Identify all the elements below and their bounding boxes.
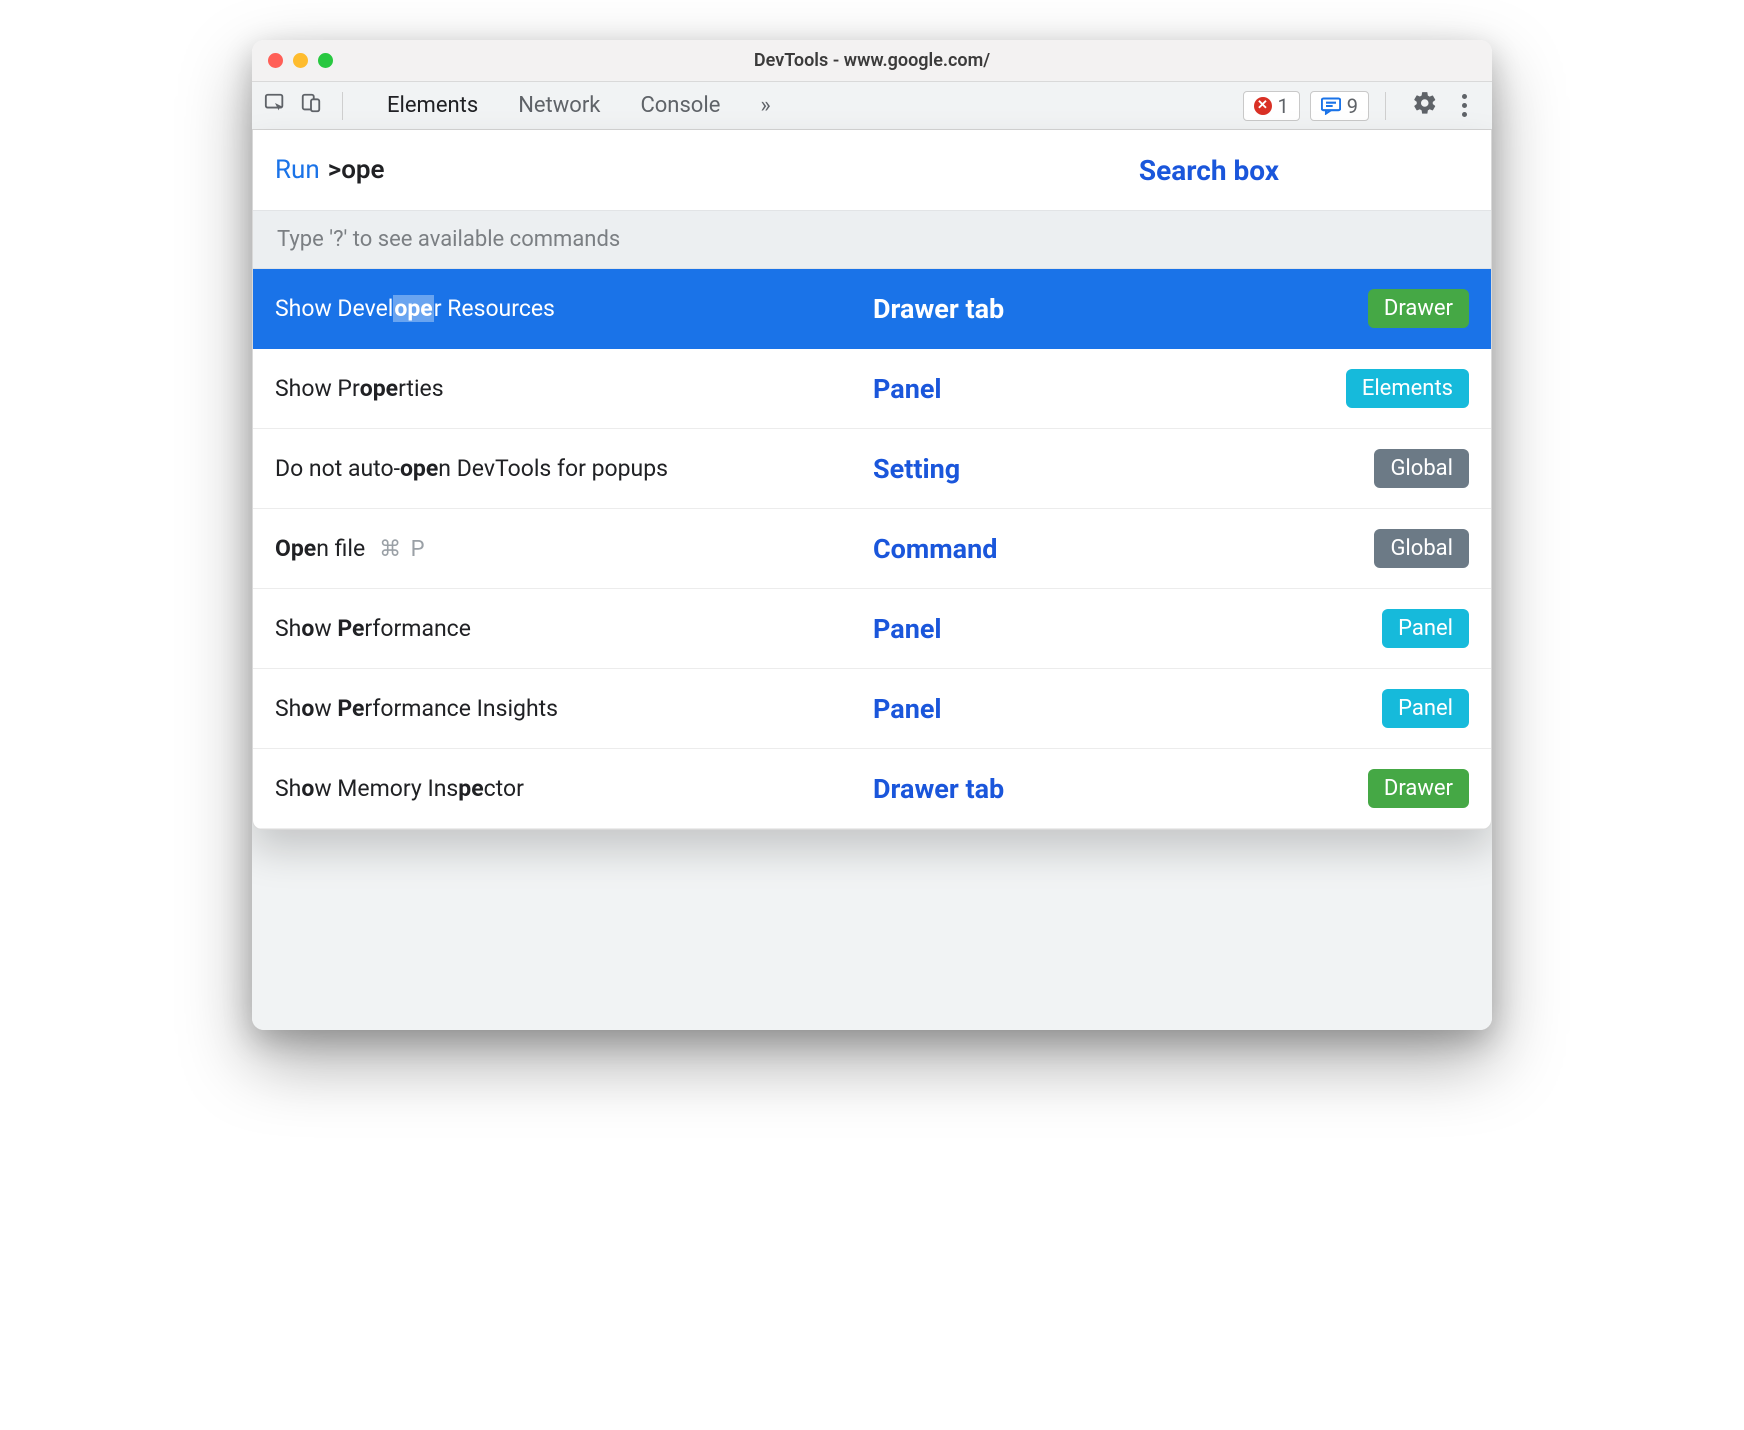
command-item[interactable]: Show Memory Inspector Drawer tab Drawer (253, 749, 1491, 829)
toggle-device-icon[interactable] (300, 92, 322, 119)
run-label: Run (275, 155, 320, 185)
command-item-badge: Global (1374, 449, 1469, 488)
command-item-badge: Global (1374, 529, 1469, 568)
tab-network[interactable]: Network (518, 93, 600, 118)
command-menu-panel: Run >ope Search box Type '?' to see avai… (252, 130, 1492, 830)
tab-elements[interactable]: Elements (387, 93, 478, 118)
devtools-window: DevTools - www.google.com/ Elements Netw… (252, 40, 1492, 1030)
command-item[interactable]: Open file⌘ P Command Global (253, 509, 1491, 589)
issues-icon (1321, 97, 1341, 115)
command-item-label: Show Performance (275, 615, 471, 642)
errors-count: 1 (1278, 94, 1289, 118)
command-item[interactable]: Show Properties Panel Elements (253, 349, 1491, 429)
command-item-label: Show Properties (275, 375, 444, 402)
annotation-label: Setting (873, 453, 960, 485)
annotation-label: Command (873, 533, 997, 565)
command-item-badge: Drawer (1368, 769, 1469, 808)
command-list: Show Developer Resources Drawer tab Drawer… (253, 269, 1491, 829)
error-icon: ✕ (1254, 97, 1272, 115)
inspect-element-icon[interactable] (264, 92, 286, 119)
errors-badge[interactable]: ✕ 1 (1243, 91, 1300, 121)
window-title: DevTools - www.google.com/ (252, 50, 1492, 71)
tab-console[interactable]: Console (640, 93, 720, 118)
minimize-window-button[interactable] (293, 53, 308, 68)
panel-tabs: Elements Network Console » (387, 93, 771, 118)
maximize-window-button[interactable] (318, 53, 333, 68)
issues-count: 9 (1347, 94, 1358, 118)
titlebar: DevTools - www.google.com/ (252, 40, 1492, 82)
more-options-icon[interactable] (1454, 94, 1474, 117)
command-item-label: Do not auto-open DevTools for popups (275, 455, 668, 482)
toolbar-separator (342, 92, 343, 120)
command-item-badge: Drawer (1368, 289, 1469, 328)
annotation-label: Panel (873, 613, 942, 645)
devtools-toolbar: Elements Network Console » ✕ 1 9 (252, 82, 1492, 130)
command-search-input[interactable]: >ope (328, 155, 385, 185)
annotation-label: Panel (873, 373, 942, 405)
annotation-label: Panel (873, 693, 942, 725)
command-item-badge: Elements (1346, 369, 1469, 408)
command-item-label: Show Developer Resources (275, 295, 555, 322)
annotation-search-box: Search box (1139, 154, 1279, 187)
annotation-label: Drawer tab (873, 773, 1004, 805)
command-item-badge: Panel (1382, 609, 1469, 648)
annotation-label: Drawer tab (873, 293, 1004, 325)
content-area: Run >ope Search box Type '?' to see avai… (252, 130, 1492, 1030)
window-controls (252, 53, 333, 68)
command-item-label: Open file⌘ P (275, 535, 427, 562)
toolbar-separator (1385, 92, 1386, 120)
settings-icon[interactable] (1402, 90, 1438, 121)
more-tabs-icon[interactable]: » (760, 93, 770, 118)
command-hint: Type '?' to see available commands (253, 210, 1491, 269)
command-item-shortcut: ⌘ P (379, 537, 426, 562)
command-item[interactable]: Show Performance Insights Panel Panel (253, 669, 1491, 749)
issues-badge[interactable]: 9 (1310, 91, 1369, 121)
command-item-label: Show Performance Insights (275, 695, 558, 722)
command-item[interactable]: Do not auto-open DevTools for popups Sett… (253, 429, 1491, 509)
command-item[interactable]: Show Performance Panel Panel (253, 589, 1491, 669)
command-item-badge: Panel (1382, 689, 1469, 728)
command-item-label: Show Memory Inspector (275, 775, 524, 802)
close-window-button[interactable] (268, 53, 283, 68)
command-search-row[interactable]: Run >ope Search box (253, 130, 1491, 210)
command-item[interactable]: Show Developer Resources Drawer tab Drawer (253, 269, 1491, 349)
